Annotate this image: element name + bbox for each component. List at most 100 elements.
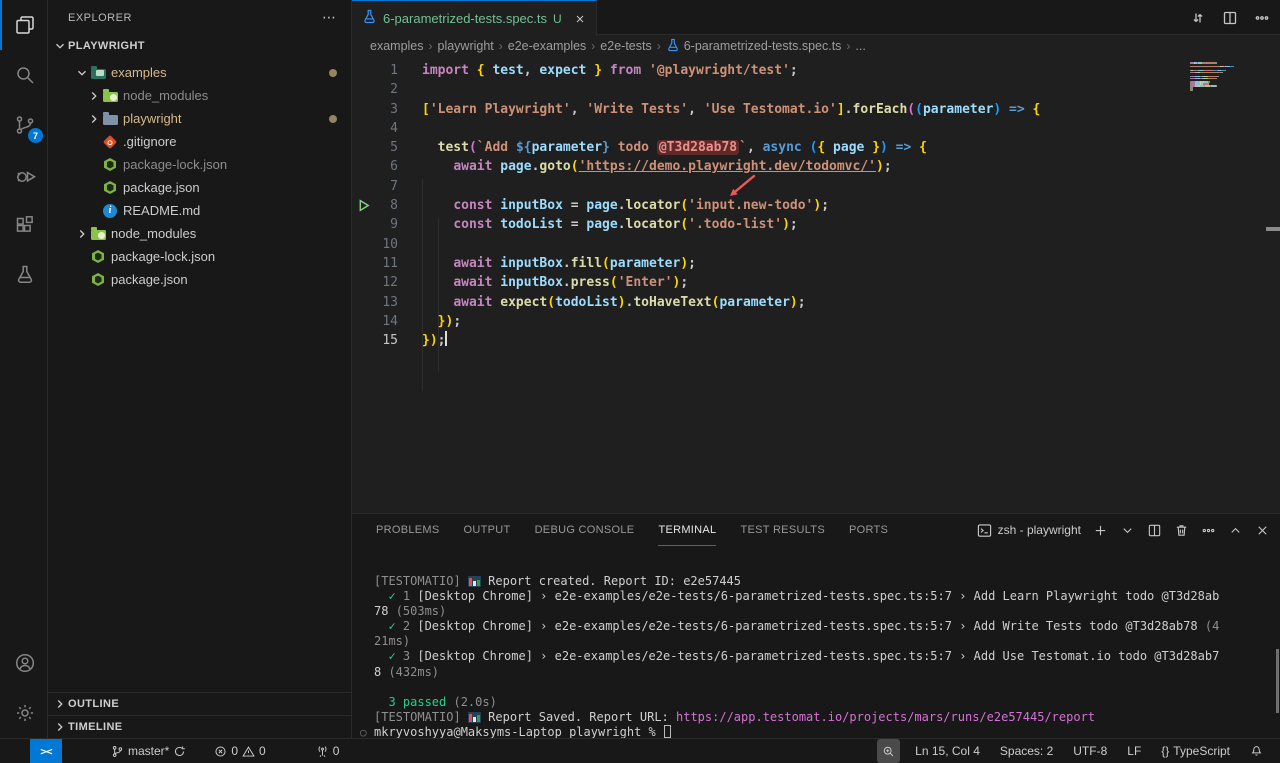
remote-indicator[interactable]: ><: [30, 739, 62, 763]
chevron-right-icon: [86, 111, 102, 127]
tree-item-label: node_modules: [111, 226, 196, 241]
git-modified-dot: [329, 115, 337, 123]
problems-status[interactable]: 0 0: [209, 739, 270, 763]
tree-item-package-json[interactable]: package.json: [48, 268, 351, 291]
code-line[interactable]: 2: [352, 80, 1280, 99]
code-line[interactable]: 6 await page.goto('https://demo.playwrig…: [352, 157, 1280, 176]
extensions-icon[interactable]: [0, 200, 48, 250]
zoom-indicator[interactable]: [877, 739, 900, 763]
test-id-highlight: @T3d28ab78: [657, 140, 739, 155]
breadcrumb-item[interactable]: e2e-tests: [600, 39, 651, 53]
code-line[interactable]: 4: [352, 119, 1280, 138]
panel-tab-problems[interactable]: PROBLEMS: [376, 514, 440, 546]
close-panel-icon[interactable]: [1255, 523, 1270, 538]
code-link[interactable]: 'https://demo.playwright.dev/todomvc/': [579, 159, 876, 174]
breadcrumb-item[interactable]: examples: [370, 39, 424, 53]
terminal-session[interactable]: zsh - playwright: [977, 523, 1081, 538]
breadcrumb-separator: ›: [499, 39, 503, 53]
tree-item-node-modules[interactable]: node_modules: [48, 84, 351, 107]
maximize-panel-chevron-up-icon[interactable]: [1228, 523, 1243, 538]
tab-6-parametrized-tests[interactable]: 6-parametrized-tests.spec.ts U: [352, 0, 597, 36]
workspace-section-playwright[interactable]: PLAYWRIGHT: [48, 35, 351, 57]
git-branch-status[interactable]: master*: [106, 739, 191, 763]
tree-item-gitignore[interactable]: .gitignore: [48, 130, 351, 153]
open-changes-icon[interactable]: [1190, 10, 1206, 26]
language-mode[interactable]: {}TypeScript: [1156, 739, 1235, 763]
run-test-icon[interactable]: [357, 198, 372, 213]
tree-item-playwright[interactable]: playwright: [48, 107, 351, 130]
code-line[interactable]: 9 const todoList = page.locator('.todo-l…: [352, 215, 1280, 234]
workspace-section-label: PLAYWRIGHT: [68, 40, 145, 52]
panel-tab-ports[interactable]: PORTS: [849, 514, 888, 546]
kill-terminal-trash-icon[interactable]: [1174, 523, 1189, 538]
code-line[interactable]: 10: [352, 235, 1280, 254]
terminal-scrollbar[interactable]: [1276, 649, 1279, 713]
folder-playwright-icon: [102, 111, 118, 127]
tree-item-package-json[interactable]: package.json: [48, 176, 351, 199]
code-line[interactable]: 11 await inputBox.fill(parameter);: [352, 254, 1280, 273]
search-icon[interactable]: [0, 50, 48, 100]
breadcrumb-item[interactable]: 6-parametrized-tests.spec.ts: [666, 38, 842, 55]
panel-tab-output[interactable]: OUTPUT: [464, 514, 511, 546]
sync-icon: [173, 745, 186, 758]
panel-tab-debug-console[interactable]: DEBUG CONSOLE: [535, 514, 635, 546]
editor-region: 6-parametrized-tests.spec.ts U examples ›…: [352, 0, 1280, 738]
breadcrumb-label: e2e-tests: [600, 39, 651, 53]
panel-tab-terminal[interactable]: TERMINAL: [658, 514, 716, 546]
new-terminal-icon[interactable]: [1093, 523, 1108, 538]
code-line[interactable]: 7: [352, 177, 1280, 196]
chevron-down-icon: [74, 65, 90, 81]
code-line[interactable]: 14 });: [352, 312, 1280, 331]
breadcrumb-item[interactable]: e2e-examples: [508, 39, 587, 53]
run-debug-icon[interactable]: [0, 150, 48, 200]
git-icon: [102, 134, 118, 150]
notifications-bell-icon[interactable]: [1245, 739, 1268, 763]
testing-icon[interactable]: [0, 250, 48, 300]
minimap[interactable]: [1190, 62, 1262, 91]
terminal-profile-chevron-down-icon[interactable]: [1120, 523, 1135, 538]
code-line[interactable]: 8 const inputBox = page.locator('input.n…: [352, 196, 1280, 215]
code-line[interactable]: 13 await expect(todoList).toHaveText(par…: [352, 293, 1280, 312]
section-timeline[interactable]: TIMELINE: [48, 715, 351, 738]
terminal-output[interactable]: [TESTOMATIO] Report created. Report ID: …: [352, 546, 1280, 738]
tree-item-package-lock-json[interactable]: package-lock.json: [48, 245, 351, 268]
breadcrumb-item[interactable]: ...: [855, 39, 865, 53]
source-control-icon[interactable]: 7: [0, 100, 48, 150]
settings-gear-icon[interactable]: [0, 688, 48, 738]
tree-item-readme-md[interactable]: README.md: [48, 199, 351, 222]
breadcrumb-separator: ›: [429, 39, 433, 53]
tree-item-package-lock-json[interactable]: package-lock.json: [48, 153, 351, 176]
panel-more-actions-icon[interactable]: [1201, 523, 1216, 538]
close-tab-icon[interactable]: [574, 13, 586, 25]
panel-tab-test-results[interactable]: TEST RESULTS: [740, 514, 825, 546]
minimap-line: [1190, 89, 1262, 91]
code-line[interactable]: 5 test(`Add ${parameter} todo @T3d28ab78…: [352, 138, 1280, 157]
ports-status[interactable]: 0: [311, 739, 345, 763]
radio-tower-icon: [316, 745, 329, 758]
zoom-in-icon: [882, 745, 895, 758]
code-editor[interactable]: 1import { test, expect } from '@playwrig…: [352, 57, 1280, 513]
terminal-report-link[interactable]: https://app.testomat.io/projects/mars/ru…: [676, 710, 1095, 724]
code-line[interactable]: 3['Learn Playwright', 'Write Tests', 'Us…: [352, 100, 1280, 119]
code-line[interactable]: 15});: [352, 331, 1280, 350]
encoding-status[interactable]: UTF-8: [1068, 739, 1112, 763]
eol-status[interactable]: LF: [1122, 739, 1146, 763]
split-editor-icon[interactable]: [1222, 10, 1238, 26]
section-label: OUTLINE: [68, 698, 119, 710]
explorer-more-actions-icon[interactable]: ⋯: [322, 9, 337, 26]
code-line[interactable]: 1import { test, expect } from '@playwrig…: [352, 61, 1280, 80]
chevron-right-icon: [52, 719, 68, 735]
section-outline[interactable]: OUTLINE: [48, 692, 351, 715]
line-number: 1: [352, 61, 398, 80]
breadcrumb-item[interactable]: playwright: [438, 39, 494, 53]
editor-more-actions-icon[interactable]: [1254, 10, 1270, 26]
accounts-icon[interactable]: [0, 638, 48, 688]
split-terminal-icon[interactable]: [1147, 523, 1162, 538]
indentation-status[interactable]: Spaces: 2: [995, 739, 1058, 763]
explorer-icon[interactable]: [0, 0, 48, 50]
code-line[interactable]: 12 await inputBox.press('Enter');: [352, 273, 1280, 292]
error-count: 0: [231, 744, 238, 758]
cursor-position[interactable]: Ln 15, Col 4: [910, 739, 985, 763]
tree-item-node-modules[interactable]: node_modules: [48, 222, 351, 245]
tree-item-examples[interactable]: examples: [48, 61, 351, 84]
